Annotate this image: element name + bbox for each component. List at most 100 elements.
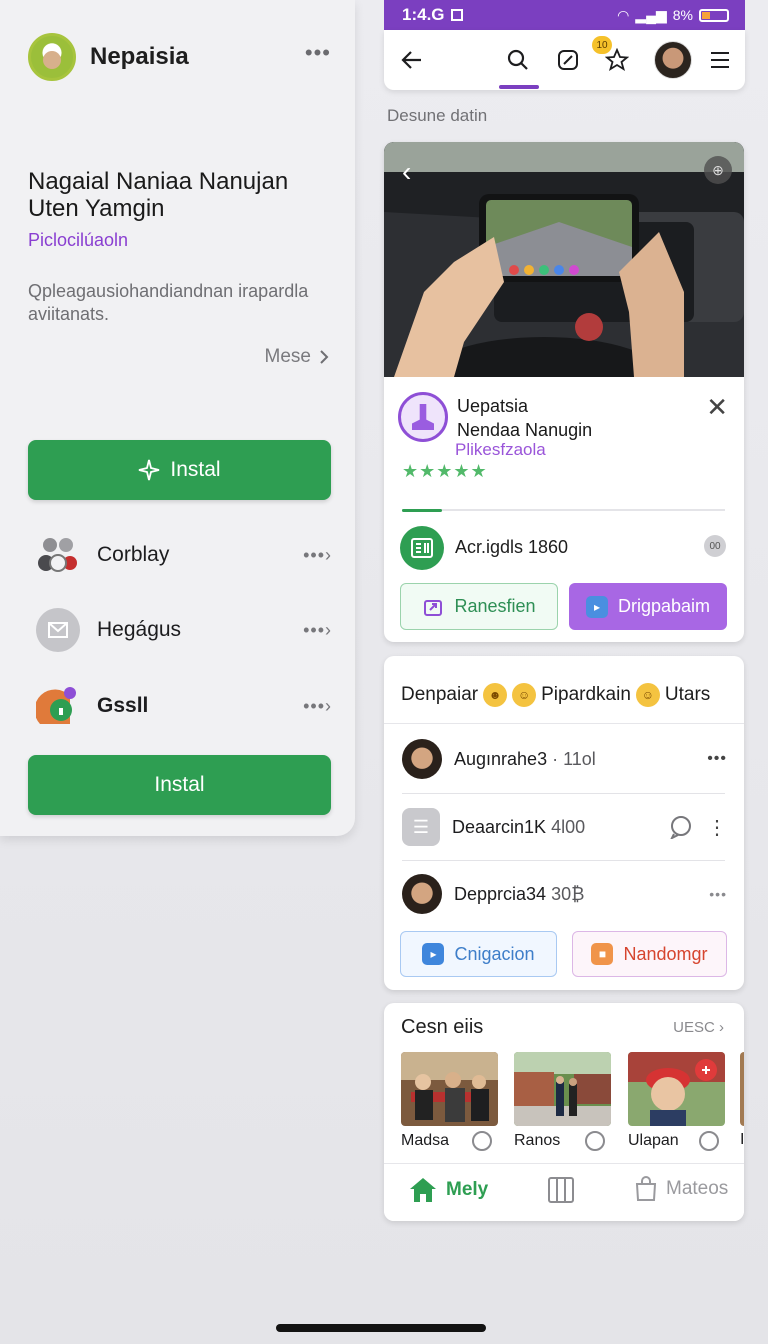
feed-header: Denpaiar ☻ ☺ Pipardkain ☺ Utars [401,683,710,707]
gallery-tile[interactable]: I [740,1052,744,1164]
cnigacion-button-label: Cnigacion [454,943,535,964]
drigpabaim-button[interactable]: ▸ Drigpabaim [569,583,727,630]
feed-header-part-1: Denpaiar [401,684,479,705]
gallery-title: Cesn eiis [401,1016,484,1038]
feed-header-part-3: Utars [664,684,711,705]
menu-icon[interactable] [706,46,734,74]
list-item-name: Depprcia34 [454,883,547,904]
photo-thumbnail [740,1052,744,1126]
install-button-label: Instal [170,458,221,481]
app-subtitle[interactable]: Piclocilúaoln [28,230,128,251]
battery-percent: 8% [672,7,693,23]
folder-icon: ▸ [422,943,445,965]
drigpabaim-button-label: Drigpabaim [617,596,711,616]
comment-icon[interactable] [699,1131,719,1151]
photo-thumbnail [628,1052,725,1126]
close-icon[interactable]: ✕ [706,392,728,423]
mail-icon [36,608,80,652]
nav-mateos[interactable]: Mateos [634,1176,728,1202]
list-item-meta: · 11ol [552,748,596,769]
info-badge[interactable]: 00 [704,535,726,557]
document-icon: ☰ [402,808,440,846]
avatar [402,739,442,779]
install-button-secondary[interactable]: Instal [28,755,331,815]
share-icon [424,599,443,616]
list-item[interactable]: Augınrahe3 · 11ol ••• [402,738,727,780]
more-link[interactable]: Mese [265,346,329,368]
photo-thumbnail [514,1052,611,1126]
battery-icon [699,8,729,22]
ranesfien-button[interactable]: Ranesfien [400,583,558,630]
comment-icon[interactable] [669,815,693,839]
edit-icon[interactable] [554,46,582,74]
list-item[interactable]: Gssll •••› [36,682,332,730]
more-options-icon[interactable]: ••• [709,886,727,902]
comment-icon[interactable] [472,1131,492,1151]
back-arrow-icon[interactable] [398,46,426,74]
featured-card: ‹ ⊕ Uepatsia Nendaa Nanugin Plikesfzaola… [384,142,744,642]
emoji-icon: ☺ [635,683,660,707]
gallery-card: Cesn eiis UESC › Madsa Ranos Ulapan I Me… [384,1003,744,1221]
install-button[interactable]: Instal [28,440,331,500]
app-headline: Nagaial Naniaa Nanujan Uten Yamgin [28,168,289,222]
list-item[interactable]: Depprcia34 30₿ ••• [402,873,727,915]
home-indicator[interactable] [276,1324,486,1332]
library-icon [548,1177,574,1203]
nandomgr-button[interactable]: ■ Nandomgr [572,931,727,977]
list-item-label: Augınrahe3 · 11ol [454,749,707,770]
featured-app-name-line-2: Nendaa Nanugin [457,420,593,440]
feed-header-part-2: Pipardkain [541,684,631,705]
avatar[interactable] [654,41,692,79]
gallery-tile-label: Ranos [514,1132,561,1149]
list-item-meta: 4l00 [551,816,586,837]
more-options-icon[interactable]: •••› [303,545,332,566]
photo-thumbnail [401,1052,498,1126]
top-toolbar: 10 [384,30,745,90]
search-icon[interactable] [504,46,532,74]
list-item[interactable]: Corblay •••› [36,531,332,579]
list-item-label: Deaarcin1K 4l00 [452,817,669,838]
sparkle-icon [139,459,160,481]
gallery-tile[interactable]: Ulapan [628,1052,725,1164]
notification-icon [450,9,463,21]
divider [384,723,744,724]
list-icon [400,526,444,570]
home-icon [410,1178,436,1202]
nav-home[interactable]: Mely [408,1176,488,1204]
avatar [402,874,442,914]
featured-app-publisher[interactable]: Plikesfzaola [455,440,546,460]
active-tab-indicator [499,85,539,89]
cnigacion-button[interactable]: ▸ Cnigacion [400,931,557,977]
comment-icon[interactable] [585,1131,605,1151]
more-options-icon[interactable]: ••• [707,750,727,768]
emoji-icon: ☻ [483,683,508,707]
list-item[interactable]: ☰ Deaarcin1K 4l00 ⋮ [402,806,727,848]
gallery-more-link[interactable]: UESC › [673,1019,724,1036]
install-button-label: Instal [154,773,205,796]
app-logo-icon [398,392,448,442]
more-options-icon[interactable]: ••• [305,40,331,66]
vertical-more-icon[interactable]: ⋮ [707,815,727,840]
hero-image[interactable]: ‹ ⊕ [384,142,744,377]
overflow-icon[interactable]: ⊕ [704,156,732,184]
divider [402,860,725,861]
signal-icon: ▂▄▆ [635,6,667,23]
avatar[interactable] [28,33,76,81]
panel-title: Nepaisia [90,43,189,70]
gallery-more-label: UESC [673,1019,715,1036]
more-options-icon[interactable]: •••› [303,620,332,641]
folder-icon: ▸ [585,595,608,618]
people-icon [36,533,80,577]
panel-header: Nepaisia [28,33,189,81]
chevron-left-icon[interactable]: ‹ [402,156,411,188]
list-item-label: Depprcia34 30₿ [454,884,709,905]
gallery-tile[interactable]: Ranos [514,1052,611,1164]
app-name: Corblay [97,543,170,566]
gallery-tile[interactable]: Madsa [401,1052,498,1164]
list-item[interactable]: Hegágus •••› [36,606,332,654]
nav-library[interactable] [548,1176,574,1204]
bag-icon [635,1176,657,1201]
divider [402,793,725,794]
app-name: Hegágus [97,618,182,641]
more-options-icon[interactable]: •••› [303,696,332,717]
